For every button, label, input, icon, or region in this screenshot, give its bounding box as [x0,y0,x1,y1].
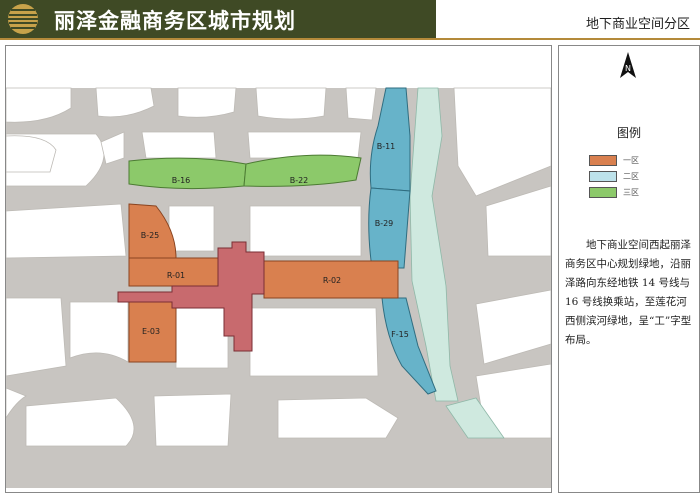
legend-swatch [589,170,617,182]
label-b11: B-11 [377,142,396,151]
subtitle-bar: 地下商业空间分区 [436,0,700,38]
label-r02: R-02 [323,276,341,285]
header-divider [0,38,700,40]
legend-swatch [589,154,617,166]
label-e03: E-03 [142,327,160,336]
label-b29: B-29 [375,219,394,228]
header: 丽泽金融商务区城市规划 地下商业空间分区 [0,0,700,40]
legend-item-zone3: 三区 [589,186,639,198]
legend-item-zone2: 二区 [589,170,639,182]
north-arrow-icon: N [620,52,636,78]
legend-description: 地下商业空间西起丽泽商务区中心规划绿地，沿丽泽路向东经地铁 14 号线与 16 … [565,239,692,346]
title-bar: 丽泽金融商务区城市规划 [0,0,436,38]
label-r01: R-01 [167,271,185,280]
page-subtitle: 地下商业空间分区 [585,17,690,32]
logo-icon [8,4,38,34]
legend-label: 三区 [623,187,639,197]
legend-item-zone1: 一区 [589,154,639,166]
legend-label: 一区 [623,155,639,165]
svg-text:N: N [625,64,631,73]
legend-label: 二区 [623,171,639,181]
legend-title: 图例 [616,126,641,140]
page-title: 丽泽金融商务区城市规划 [54,9,296,33]
legend-swatch [589,186,617,198]
zone-b29 [368,187,411,269]
label-b25: B-25 [141,231,160,240]
label-f15: F-15 [391,330,409,339]
label-b16: B-16 [172,176,191,185]
legend-panel: N 图例 一区 二区 三区 地下商业空间西起丽泽商务区中心规划绿地，沿丽泽路向东… [558,45,700,493]
zoning-map: B-16 B-22 B-11 B-29 F-15 B-25 R-01 R-02 … [5,87,552,488]
label-b22: B-22 [290,176,309,185]
map-frame: B-16 B-22 B-11 B-29 F-15 B-25 R-01 R-02 … [5,45,552,493]
